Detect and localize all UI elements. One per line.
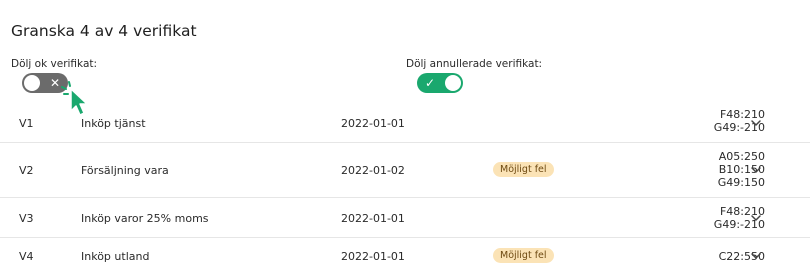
- verification-date: 2022-01-01: [341, 212, 405, 225]
- verification-list: V1 Inköp tjänst 2022-01-01 F48:210 G49:-…: [0, 103, 810, 269]
- verification-description: Inköp varor 25% moms: [81, 212, 209, 225]
- verification-description: Försäljning vara: [81, 164, 169, 177]
- status-badge: Möjligt fel: [493, 162, 554, 177]
- list-item[interactable]: V3 Inköp varor 25% moms 2022-01-01 F48:2…: [0, 198, 810, 238]
- list-item[interactable]: V2 Försäljning vara 2022-01-02 Möjligt f…: [0, 143, 810, 198]
- verification-id: V3: [19, 212, 34, 225]
- chevron-down-icon[interactable]: [750, 117, 762, 129]
- verification-id: V1: [19, 117, 34, 130]
- toggle-knob: [24, 75, 40, 91]
- list-item[interactable]: V1 Inköp tjänst 2022-01-01 F48:210 G49:-…: [0, 103, 810, 143]
- verification-date: 2022-01-01: [341, 250, 405, 263]
- list-item[interactable]: V4 Inköp utland 2022-01-01 Möjligt fel C…: [0, 238, 810, 269]
- chevron-down-icon[interactable]: [750, 212, 762, 224]
- verification-description: Inköp tjänst: [81, 117, 146, 130]
- verification-id: V2: [19, 164, 34, 177]
- check-icon: ✓: [425, 76, 436, 90]
- close-icon: ✕: [50, 76, 61, 90]
- toggle-knob: [445, 75, 461, 91]
- hide-cancelled-toggle[interactable]: ✓: [417, 73, 463, 93]
- chevron-down-icon[interactable]: [750, 250, 762, 262]
- verification-description: Inköp utland: [81, 250, 150, 263]
- verification-date: 2022-01-01: [341, 117, 405, 130]
- verification-id: V4: [19, 250, 34, 263]
- page-title: Granska 4 av 4 verifikat: [11, 22, 197, 40]
- hide-cancelled-label: Dölj annullerade verifikat:: [406, 58, 543, 70]
- account-entry: G49:150: [717, 176, 765, 189]
- status-badge: Möjligt fel: [493, 248, 554, 263]
- hide-ok-label: Dölj ok verifikat:: [11, 58, 98, 70]
- account-entry: A05:250: [718, 150, 765, 163]
- review-page: Granska 4 av 4 verifikat Dölj ok verifik…: [0, 0, 810, 269]
- chevron-down-icon[interactable]: [750, 164, 762, 176]
- verification-date: 2022-01-02: [341, 164, 405, 177]
